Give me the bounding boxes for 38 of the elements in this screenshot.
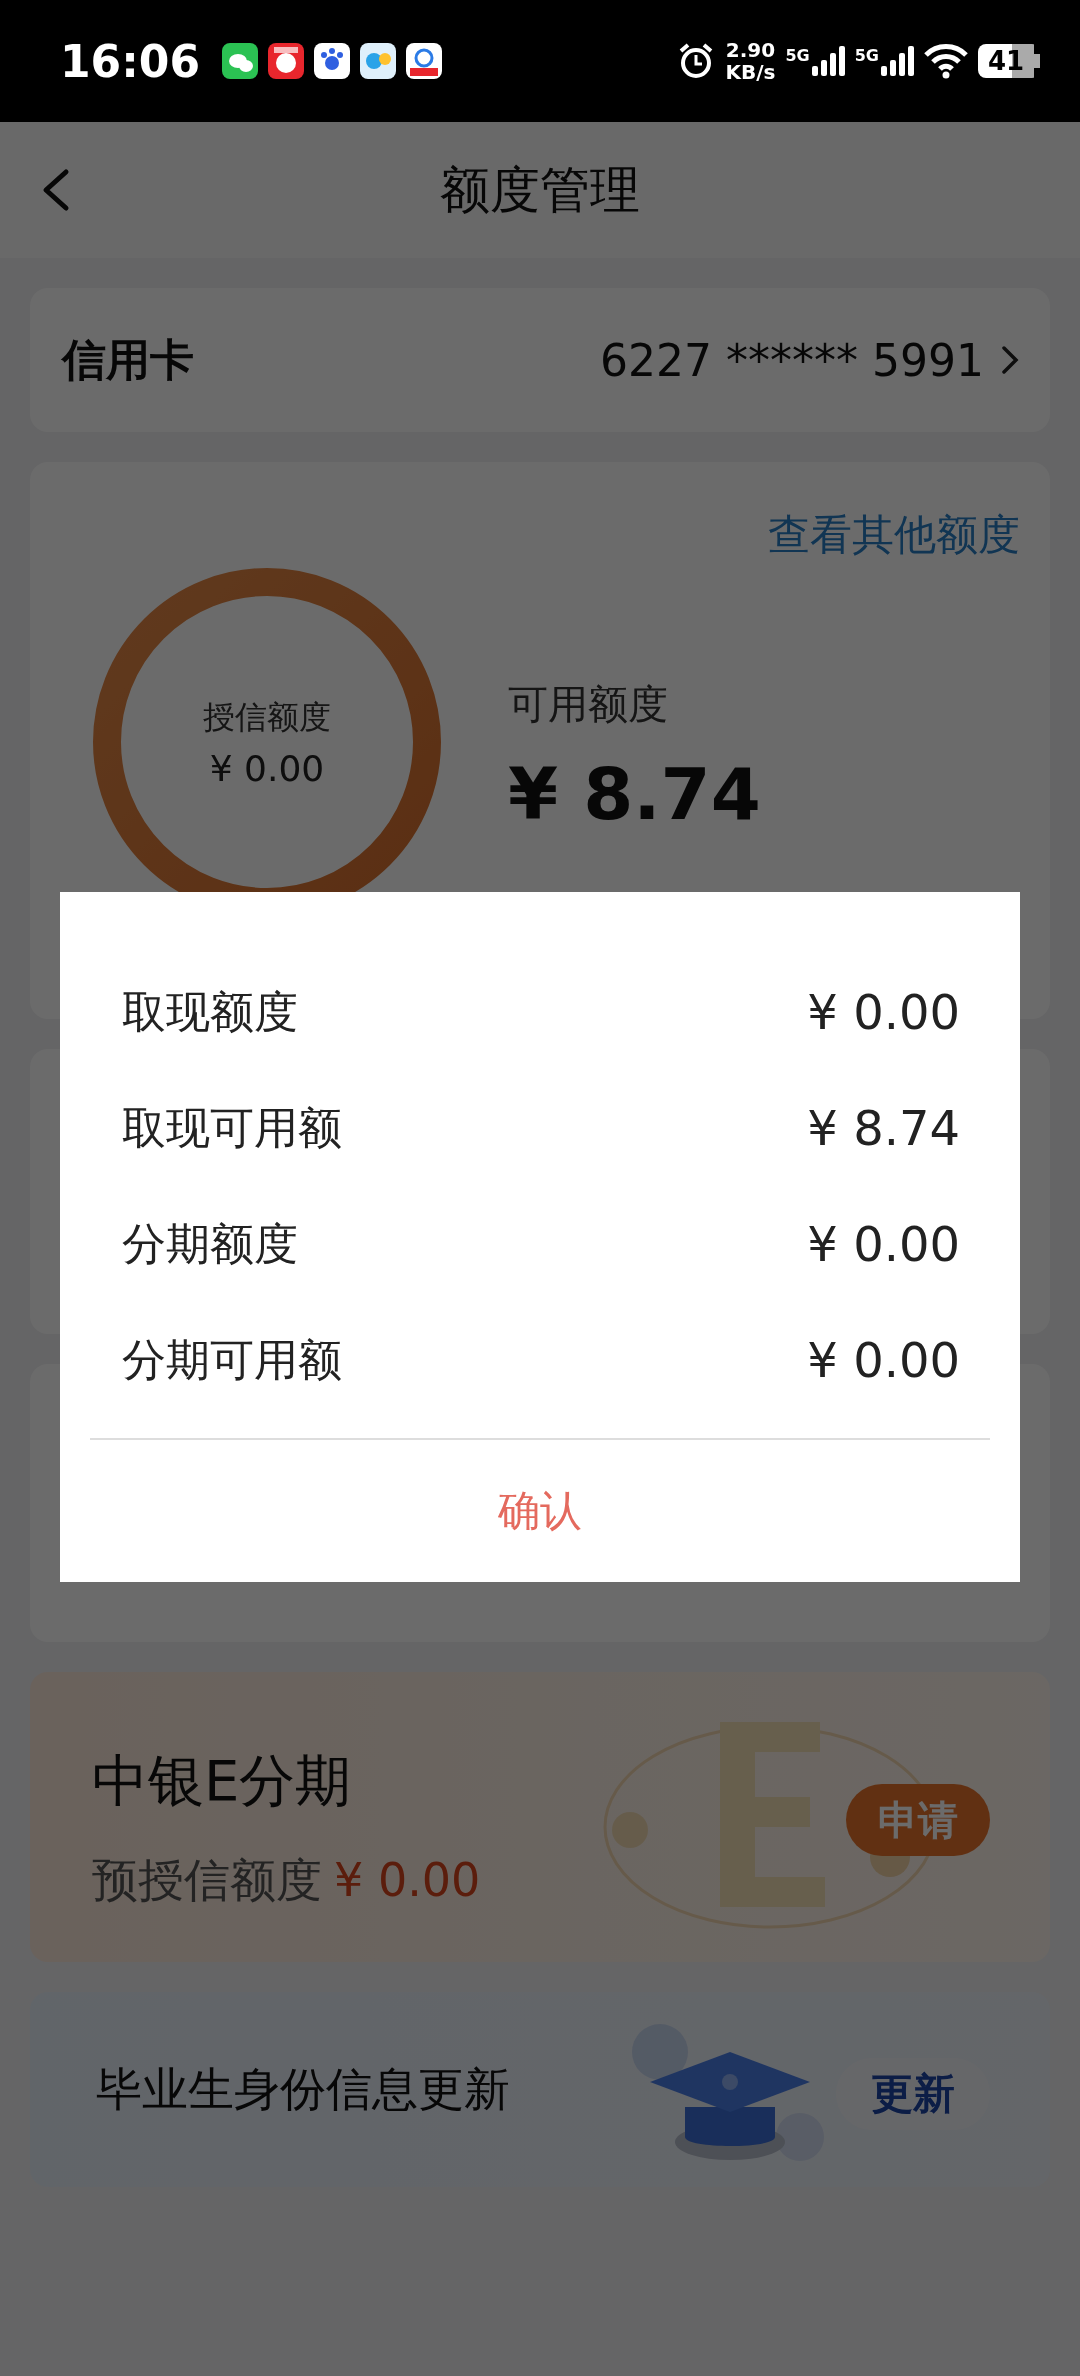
speed-unit: KB/s bbox=[725, 61, 776, 83]
chevron-right-icon bbox=[1000, 344, 1020, 376]
limit-label: 取现额度 bbox=[122, 984, 298, 1039]
limit-label: 取现可用额 bbox=[122, 1100, 342, 1155]
limit-value: ¥ 8.74 bbox=[807, 1100, 960, 1156]
weather-app-icon bbox=[360, 43, 397, 79]
promo-title: 中银E分期 bbox=[92, 1747, 352, 1815]
confirm-button[interactable]: 确认 bbox=[60, 1440, 1020, 1582]
page-title: 额度管理 bbox=[440, 159, 640, 221]
limit-value: ¥ 0.00 bbox=[807, 984, 960, 1040]
finance-app-icon bbox=[406, 43, 443, 79]
limit-label: 分期可用额 bbox=[122, 1332, 342, 1387]
available-limit-value: ¥ 8.74 bbox=[508, 752, 761, 836]
credit-limit-label: 授信额度 bbox=[203, 696, 331, 738]
limit-value: ¥ 0.00 bbox=[807, 1216, 960, 1272]
graduate-update-title: 毕业生身份信息更新 bbox=[96, 2060, 510, 2118]
network-type: 5G bbox=[785, 46, 810, 65]
battery-level: 41 bbox=[978, 44, 1040, 78]
pre-credit-amount: ¥ 0.00 bbox=[334, 1853, 481, 1907]
card-number: 6227 ****** 5991 bbox=[600, 334, 984, 386]
limit-label: 分期额度 bbox=[122, 1216, 298, 1271]
available-limit-label: 可用额度 bbox=[508, 680, 669, 729]
network-speed: 2.90 bbox=[725, 39, 776, 61]
apply-button[interactable]: 申请 bbox=[846, 1784, 990, 1856]
limit-value: ¥ 0.00 bbox=[807, 1332, 960, 1388]
paw-app-icon bbox=[314, 43, 351, 79]
credit-limit-value: ¥ 0.00 bbox=[209, 747, 325, 789]
credit-card-row[interactable]: 信用卡 6227 ****** 5991 bbox=[30, 288, 1050, 432]
wifi-icon bbox=[924, 43, 968, 79]
clock-time: 16:06 bbox=[60, 35, 201, 87]
pre-credit-label: 预授信额度 bbox=[92, 1852, 322, 1909]
card-type-label: 信用卡 bbox=[62, 332, 195, 387]
hotel-app-icon bbox=[268, 43, 305, 79]
signal-icon bbox=[881, 46, 914, 76]
network-type: 5G bbox=[854, 46, 879, 65]
other-limits-link[interactable]: 查看其他额度 bbox=[768, 507, 1020, 563]
signal-icon bbox=[811, 46, 845, 76]
chat-app-icon bbox=[222, 43, 259, 79]
